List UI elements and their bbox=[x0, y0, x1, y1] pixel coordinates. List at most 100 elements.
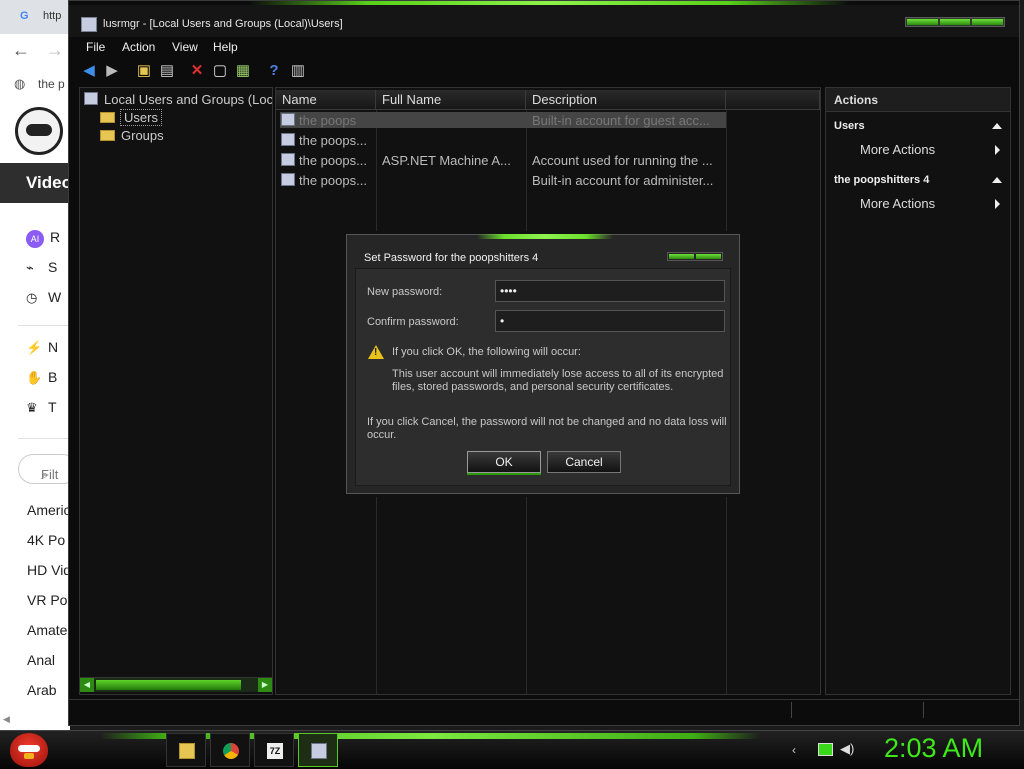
category-link[interactable]: Arab bbox=[27, 682, 57, 698]
network-icon[interactable] bbox=[818, 743, 833, 756]
taskbar-lusrmgr-button[interactable] bbox=[298, 733, 338, 767]
show-hide-tree-icon[interactable]: ▤ bbox=[158, 62, 176, 80]
scroll-right-icon[interactable]: ▶ bbox=[258, 678, 272, 692]
browser-menu-item[interactable]: ⚡ N bbox=[26, 339, 58, 359]
warning-text-line: files, stored passwords, and personal se… bbox=[392, 381, 674, 393]
export-list-icon[interactable]: ▦ bbox=[234, 62, 252, 80]
taskbar-7zip-button[interactable]: 7Z bbox=[254, 733, 294, 767]
minimize-button[interactable] bbox=[907, 19, 938, 25]
tray-expand-icon[interactable]: ‹ bbox=[792, 743, 796, 757]
computer-icon bbox=[84, 92, 98, 105]
ok-button[interactable]: OK bbox=[467, 451, 541, 473]
category-link[interactable]: HD Vid bbox=[27, 562, 70, 578]
close-button[interactable] bbox=[972, 19, 1004, 25]
cancel-note-line: occur. bbox=[367, 429, 397, 441]
globe-icon: ◍ bbox=[14, 76, 26, 91]
system-tray: ‹ ◀) bbox=[790, 739, 874, 761]
confirm-password-label: Confirm password: bbox=[367, 316, 459, 328]
category-link[interactable]: Amate bbox=[27, 622, 67, 638]
column-header-description[interactable]: Description bbox=[526, 90, 726, 110]
dialog-close-button[interactable] bbox=[696, 254, 721, 259]
menu-view[interactable]: View bbox=[172, 40, 198, 54]
7zip-icon: 7Z bbox=[267, 743, 283, 759]
new-password-field[interactable]: •••• bbox=[495, 280, 725, 302]
warning-text-line: This user account will immediately lose … bbox=[392, 368, 724, 380]
category-filter-input[interactable]: ⌕ Filt bbox=[18, 454, 70, 484]
chrome-icon bbox=[223, 743, 239, 759]
delete-icon[interactable]: ✕ bbox=[188, 62, 206, 80]
cancel-button[interactable]: Cancel bbox=[547, 451, 621, 473]
taskbar-chrome-button[interactable] bbox=[210, 733, 250, 767]
browser-menu-item[interactable]: ♛ T bbox=[26, 399, 57, 419]
trophy-icon: ♛ bbox=[26, 400, 38, 415]
properties-icon[interactable]: ▢ bbox=[211, 62, 229, 80]
category-link[interactable]: Anal bbox=[27, 652, 55, 668]
taskbar-explorer-button[interactable] bbox=[166, 733, 206, 767]
description-cell: Built-in account for guest acc... bbox=[532, 113, 710, 128]
column-header-name[interactable]: Name bbox=[276, 90, 376, 110]
user-icon bbox=[281, 173, 295, 186]
volume-icon[interactable]: ◀) bbox=[840, 741, 854, 757]
scroll-thumb[interactable] bbox=[96, 680, 241, 690]
background-browser-window: G http ← → ◍ the p Video AI R ⌁ S ◷ W ⚡ N ✋ B… bbox=[0, 0, 70, 730]
ai-badge-icon: AI bbox=[26, 230, 44, 248]
dialog-window-controls[interactable] bbox=[667, 252, 723, 261]
category-link[interactable]: 4K Po bbox=[27, 532, 65, 548]
menu-help[interactable]: Help bbox=[213, 40, 238, 54]
taskbar-clock[interactable]: 2:03 AM bbox=[884, 733, 983, 764]
status-separator bbox=[923, 702, 924, 718]
dialog-help-button[interactable] bbox=[669, 254, 694, 259]
show-hide-action-pane-icon[interactable]: ▥ bbox=[289, 62, 307, 80]
start-button-angry-bird-icon[interactable] bbox=[10, 733, 48, 767]
maximize-button[interactable] bbox=[939, 19, 971, 25]
status-separator bbox=[791, 702, 792, 718]
google-favicon-icon: G bbox=[20, 10, 29, 22]
tree-node-groups[interactable]: Groups bbox=[100, 128, 164, 143]
bookmark-link[interactable]: the p bbox=[38, 77, 65, 91]
window-controls[interactable] bbox=[905, 17, 1005, 27]
up-folder-icon[interactable]: ▣ bbox=[135, 62, 153, 80]
confirm-password-field[interactable]: • bbox=[495, 310, 725, 332]
browser-menu-item[interactable]: AI R bbox=[26, 229, 60, 249]
back-arrow-icon[interactable]: ◀ bbox=[80, 62, 98, 80]
tree-node-users[interactable]: Users bbox=[100, 109, 162, 126]
console-tree-pane: Local Users and Groups (Loc Users Groups… bbox=[79, 87, 273, 695]
browser-menu-item[interactable]: ⌁ S bbox=[26, 259, 57, 279]
category-link[interactable]: VR Po bbox=[27, 592, 67, 608]
tree-root-node[interactable]: Local Users and Groups (Loc bbox=[84, 92, 272, 107]
taskbar: 7Z ‹ ◀) 2:03 AM bbox=[0, 730, 1024, 769]
category-link[interactable]: Americ bbox=[27, 502, 70, 518]
full-name-cell: ASP.NET Machine A... bbox=[382, 153, 511, 168]
new-password-label: New password: bbox=[367, 286, 443, 298]
section-label: Video bbox=[26, 173, 70, 192]
submenu-arrow-icon bbox=[995, 199, 1000, 209]
browser-menu-item[interactable]: ◷ W bbox=[26, 289, 61, 309]
collapse-up-icon[interactable] bbox=[992, 123, 1002, 129]
browser-tab-title[interactable]: http bbox=[43, 10, 61, 22]
folder-icon bbox=[179, 743, 195, 759]
collapse-up-icon[interactable] bbox=[992, 177, 1002, 183]
user-name-cell: the poops... bbox=[281, 133, 367, 148]
menu-action[interactable]: Action bbox=[122, 40, 155, 54]
dialog-body: New password: •••• Confirm password: • I… bbox=[355, 268, 731, 486]
back-arrow-icon[interactable]: ← bbox=[12, 40, 30, 61]
site-logo-icon[interactable] bbox=[15, 107, 63, 155]
history-icon: ◷ bbox=[26, 290, 38, 305]
set-password-dialog: Set Password for the poopshitters 4 New … bbox=[346, 234, 740, 494]
scroll-left-arrow-icon[interactable]: ◀ bbox=[3, 714, 10, 725]
toolbar: ◀ ▶ ▣ ▤ ✕ ▢ ▦ ? ▥ bbox=[69, 59, 1019, 85]
forward-arrow-icon[interactable]: → bbox=[46, 40, 64, 61]
column-header-full-name[interactable]: Full Name bbox=[376, 90, 526, 110]
menu-file[interactable]: File bbox=[86, 40, 105, 54]
lightning-icon: ⚡ bbox=[26, 340, 43, 355]
dialog-title-bar[interactable]: Set Password for the poopshitters 4 bbox=[347, 239, 739, 267]
browser-menu-item[interactable]: ✋ B bbox=[26, 369, 57, 389]
folder-icon bbox=[100, 130, 115, 141]
help-icon[interactable]: ? bbox=[265, 62, 283, 80]
window-title-bar[interactable]: lusrmgr - [Local Users and Groups (Local… bbox=[69, 5, 1019, 37]
divider bbox=[18, 438, 70, 439]
scroll-left-icon[interactable]: ◀ bbox=[80, 678, 94, 692]
forward-arrow-icon[interactable]: ▶ bbox=[103, 62, 121, 80]
tree-horizontal-scrollbar[interactable]: ◀ ▶ bbox=[80, 677, 272, 692]
column-header-empty[interactable] bbox=[726, 90, 820, 110]
